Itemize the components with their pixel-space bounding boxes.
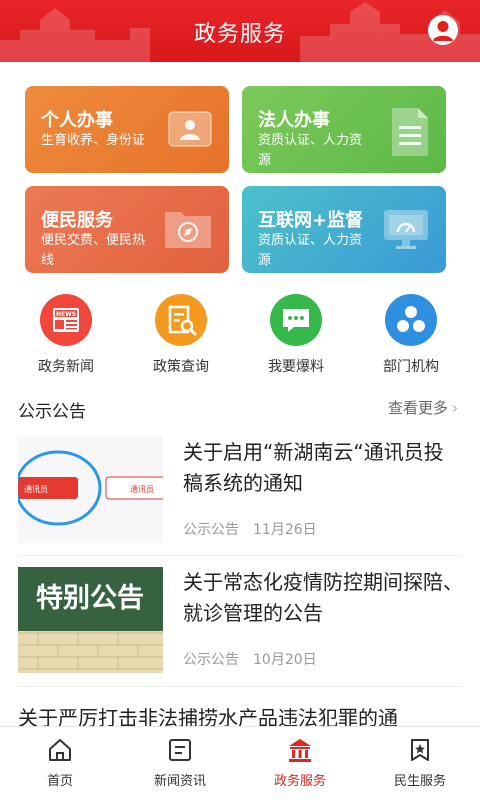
card-internet-supervision[interactable]: 互联网+监督 资质认证、人力资源 [242,186,446,273]
tab-label: 民生服务 [393,774,446,789]
tab-label: 新闻资讯 [153,774,206,789]
document-icon [390,106,430,162]
thumb-text: 通讯员 [130,484,154,494]
quick-item-government-news[interactable]: NEWS 政务新闻 [16,294,116,376]
card-subtitle: 生育收养、身份证 [41,133,146,148]
news-date: 10月20日 [253,652,317,668]
policy-search-icon [155,294,207,346]
monitor-icon [382,206,430,258]
card-subtitle: 资质认证、人力资源 [258,133,363,168]
card-title: 便民服务 [41,210,113,231]
tab-label: 首页 [46,774,73,789]
quick-item-policy-query[interactable]: 政策查询 [131,294,231,376]
news-category: 公示公告 [183,522,239,538]
card-subtitle: 便民交费、便民热线 [41,233,146,268]
news-icon: NEWS [40,294,92,346]
tab-label: 政务服务 [273,774,326,789]
news-date: 11月26日 [253,522,317,538]
news-list-icon [167,737,193,763]
page-title: 政务服务 [193,22,286,47]
folder-compass-icon [163,206,213,254]
news-thumbnail: 特别公告 [18,567,163,673]
news-meta: 公示公告 10月20日 [183,649,317,669]
thumb-text: 特别公告 [36,583,144,614]
card-convenience-services[interactable]: 便民服务 便民交费、便民热线 [25,186,229,273]
card-title: 互联网+监督 [258,210,364,231]
quick-item-label: 部门机构 [383,359,439,375]
thumb-text: 通讯员 [24,484,48,494]
quick-item-label: 政务新闻 [38,359,94,375]
id-card-icon [167,106,213,156]
quick-item-label: 政策查询 [153,359,209,375]
view-more-label: 查看更多 [387,399,448,417]
quick-item-departments[interactable]: 部门机构 [361,294,461,376]
government-building-icon [287,737,313,763]
chevron-right-icon: › [452,399,458,417]
section-title: 公示公告 [18,402,86,422]
app-header: 政务服务 [0,0,480,62]
tab-home[interactable]: 首页 [0,737,120,789]
divider [18,555,462,556]
news-category: 公示公告 [183,652,239,668]
svg-text:NEWS: NEWS [56,311,76,318]
news-item[interactable]: 通讯员 通讯员 关于启用“新湖南云“通讯员投稿系统的通知 公示公告 11月26日 [18,437,462,543]
news-meta: 公示公告 11月26日 [183,519,317,539]
news-thumbnail: 通讯员 通讯员 [18,437,163,543]
bookmark-star-icon [407,737,433,763]
tab-livelihood-services[interactable]: 民生服务 [360,737,480,789]
card-subtitle: 资质认证、人力资源 [258,233,363,268]
user-icon[interactable] [428,15,458,45]
card-title: 法人办事 [258,110,330,131]
divider [18,686,462,687]
org-icon [385,294,437,346]
quick-item-label: 我要爆料 [268,359,324,375]
news-title: 关于常态化疫情防控期间探陪、就诊管理的公告 [183,570,463,625]
news-title: 关于启用“新湖南云“通讯员投稿系统的通知 [183,440,444,495]
tab-government-services[interactable]: 政务服务 [240,737,360,789]
bottom-tab-bar: 首页 新闻资讯 政务服务 民生服务 [0,726,480,800]
card-legal-affairs[interactable]: 法人办事 资质认证、人力资源 [242,86,446,173]
chat-icon [270,294,322,346]
home-icon [47,737,73,763]
news-item[interactable]: 特别公告 关于常态化疫情防控期间探陪、就诊管理的公告 公示公告 10月20日 [18,567,463,673]
card-personal-affairs[interactable]: 个人办事 生育收养、身份证 [25,86,229,173]
card-title: 个人办事 [41,110,113,131]
quick-item-report-tip[interactable]: 我要爆料 [246,294,346,376]
tab-news[interactable]: 新闻资讯 [120,737,240,789]
view-more-link[interactable]: 查看更多 › [388,397,458,418]
